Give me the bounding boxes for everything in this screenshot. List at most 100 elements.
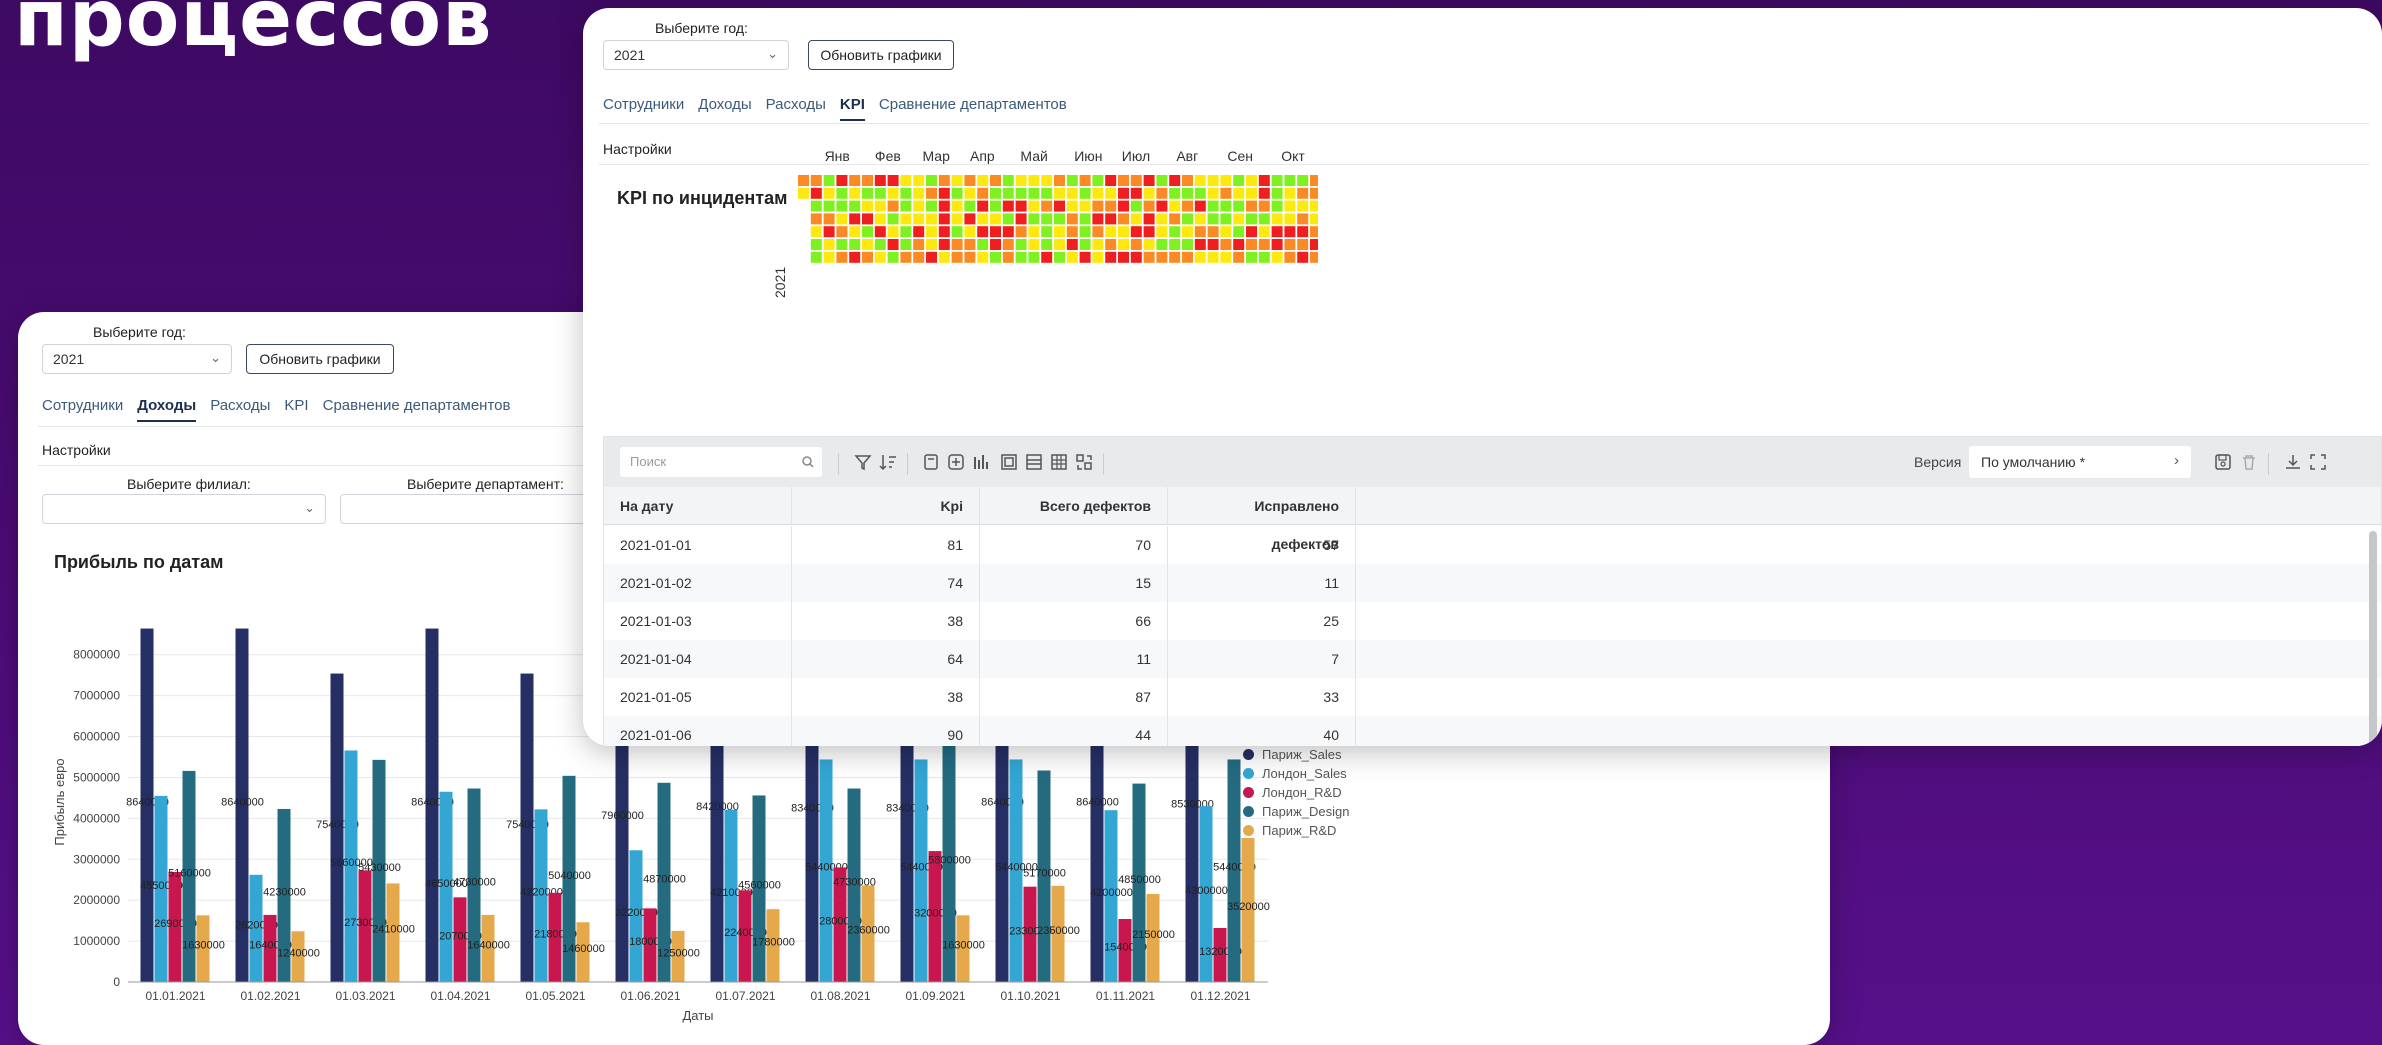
heatmap-day-cell[interactable]	[900, 200, 912, 212]
heatmap-day-cell[interactable]	[1118, 213, 1129, 225]
heatmap-day-cell[interactable]	[964, 187, 976, 199]
heatmap-day-cell[interactable]	[1258, 226, 1270, 238]
heatmap-day-cell[interactable]	[1220, 213, 1232, 225]
heatmap-day-cell[interactable]	[926, 239, 937, 250]
heatmap-day-cell[interactable]	[1130, 251, 1142, 263]
heatmap-day-cell[interactable]	[1194, 200, 1206, 212]
tab-1[interactable]: Доходы	[698, 96, 751, 121]
heatmap-day-cell[interactable]	[1297, 213, 1309, 225]
heatmap-day-cell[interactable]	[823, 251, 835, 263]
heatmap-day-cell[interactable]	[1194, 175, 1206, 186]
branch-select[interactable]: ⌄	[42, 494, 326, 524]
refresh-charts-button[interactable]: Обновить графики	[246, 344, 394, 374]
heatmap-day-cell[interactable]	[1054, 239, 1065, 250]
heatmap-day-cell[interactable]	[1105, 187, 1117, 199]
heatmap-day-cell[interactable]	[1258, 187, 1270, 199]
tab-3[interactable]: KPI	[839, 96, 865, 121]
heatmap-day-cell[interactable]	[1041, 187, 1053, 199]
heatmap-day-cell[interactable]	[1271, 251, 1283, 263]
heatmap-day-cell[interactable]	[1297, 239, 1309, 250]
legend-item[interactable]: Париж_Sales	[1243, 745, 1349, 764]
heatmap-day-cell[interactable]	[1066, 213, 1078, 225]
heatmap-day-cell[interactable]	[1079, 251, 1091, 263]
column-header[interactable]: На дату	[604, 487, 792, 525]
frame-icon[interactable]	[1000, 453, 1018, 471]
heatmap-day-cell[interactable]	[1015, 187, 1027, 199]
heatmap-day-cell[interactable]	[913, 226, 925, 238]
heatmap-day-cell[interactable]	[810, 187, 822, 199]
heatmap-day-cell[interactable]	[1169, 200, 1181, 212]
table-row[interactable]: 2021-01-05 38 87 33	[604, 678, 2381, 716]
heatmap-day-cell[interactable]	[1015, 213, 1027, 225]
heatmap-day-cell[interactable]	[1066, 175, 1078, 186]
heatmap-day-cell[interactable]	[836, 213, 848, 225]
heatmap-day-cell[interactable]	[938, 187, 950, 199]
heatmap-day-cell[interactable]	[913, 175, 925, 186]
heatmap-day-cell[interactable]	[1258, 175, 1270, 186]
heatmap-day-cell[interactable]	[874, 239, 886, 250]
table-row[interactable]: 2021-01-03 38 66 25	[604, 602, 2381, 640]
legend-item[interactable]: Париж_R&D	[1243, 821, 1349, 840]
heatmap-day-cell[interactable]	[862, 187, 873, 199]
heatmap-day-cell[interactable]	[1310, 175, 1318, 186]
heatmap-day-cell[interactable]	[836, 200, 848, 212]
heatmap-day-cell[interactable]	[1105, 226, 1117, 238]
heatmap-day-cell[interactable]	[810, 239, 822, 250]
heatmap-day-cell[interactable]	[1220, 239, 1232, 250]
heatmap-day-cell[interactable]	[1105, 213, 1117, 225]
heatmap-day-cell[interactable]	[1041, 175, 1053, 186]
heatmap-day-cell[interactable]	[1118, 175, 1129, 186]
heatmap-day-cell[interactable]	[810, 175, 822, 186]
heatmap-day-cell[interactable]	[926, 175, 937, 186]
heatmap-day-cell[interactable]	[990, 251, 1001, 263]
heatmap-day-cell[interactable]	[1156, 239, 1168, 250]
heatmap-day-cell[interactable]	[1182, 175, 1193, 186]
heatmap-day-cell[interactable]	[1271, 226, 1283, 238]
heatmap-day-cell[interactable]	[1002, 239, 1014, 250]
heatmap-day-cell[interactable]	[1028, 226, 1040, 238]
heatmap-day-cell[interactable]	[836, 226, 848, 238]
heatmap-day-cell[interactable]	[913, 239, 925, 250]
heatmap-day-cell[interactable]	[874, 200, 886, 212]
heatmap-day-cell[interactable]	[990, 187, 1001, 199]
heatmap-day-cell[interactable]	[913, 200, 925, 212]
heatmap-day-cell[interactable]	[1054, 251, 1065, 263]
heatmap-day-cell[interactable]	[1233, 239, 1245, 250]
heatmap-day-cell[interactable]	[1066, 200, 1078, 212]
heatmap-day-cell[interactable]	[1079, 200, 1091, 212]
heatmap-day-cell[interactable]	[1271, 187, 1283, 199]
table-icon[interactable]	[1050, 453, 1068, 471]
heatmap-day-cell[interactable]	[1079, 213, 1091, 225]
filter-icon[interactable]	[854, 453, 872, 471]
heatmap-day-cell[interactable]	[836, 239, 848, 250]
tab-3[interactable]: KPI	[284, 397, 308, 422]
department-select[interactable]	[340, 494, 620, 524]
heatmap-day-cell[interactable]	[1015, 226, 1027, 238]
heatmap-day-cell[interactable]	[1297, 226, 1309, 238]
heatmap-day-cell[interactable]	[1066, 239, 1078, 250]
tab-4[interactable]: Сравнение департаментов	[879, 96, 1067, 121]
heatmap-day-cell[interactable]	[887, 239, 899, 250]
heatmap-day-cell[interactable]	[900, 239, 912, 250]
heatmap-day-cell[interactable]	[849, 175, 861, 186]
heatmap-day-cell[interactable]	[1118, 187, 1129, 199]
heatmap-day-cell[interactable]	[977, 213, 989, 225]
heatmap-day-cell[interactable]	[1028, 251, 1040, 263]
heatmap-day-cell[interactable]	[1169, 213, 1181, 225]
heatmap-day-cell[interactable]	[1271, 213, 1283, 225]
heatmap-day-cell[interactable]	[1207, 251, 1219, 263]
heatmap-day-cell[interactable]	[1143, 187, 1155, 199]
heatmap-day-cell[interactable]	[874, 251, 886, 263]
heatmap-day-cell[interactable]	[1310, 226, 1318, 238]
heatmap-day-cell[interactable]	[951, 239, 963, 250]
heatmap-day-cell[interactable]	[977, 175, 989, 186]
heatmap-day-cell[interactable]	[887, 200, 899, 212]
heatmap-day-cell[interactable]	[1297, 200, 1309, 212]
heatmap-day-cell[interactable]	[1092, 213, 1104, 225]
heatmap-day-cell[interactable]	[1220, 187, 1232, 199]
heatmap-day-cell[interactable]	[1002, 226, 1014, 238]
settings-link[interactable]: Настройки	[603, 141, 672, 157]
heatmap-day-cell[interactable]	[849, 251, 861, 263]
fullscreen-icon[interactable]	[2309, 453, 2327, 471]
heatmap-day-cell[interactable]	[951, 226, 963, 238]
